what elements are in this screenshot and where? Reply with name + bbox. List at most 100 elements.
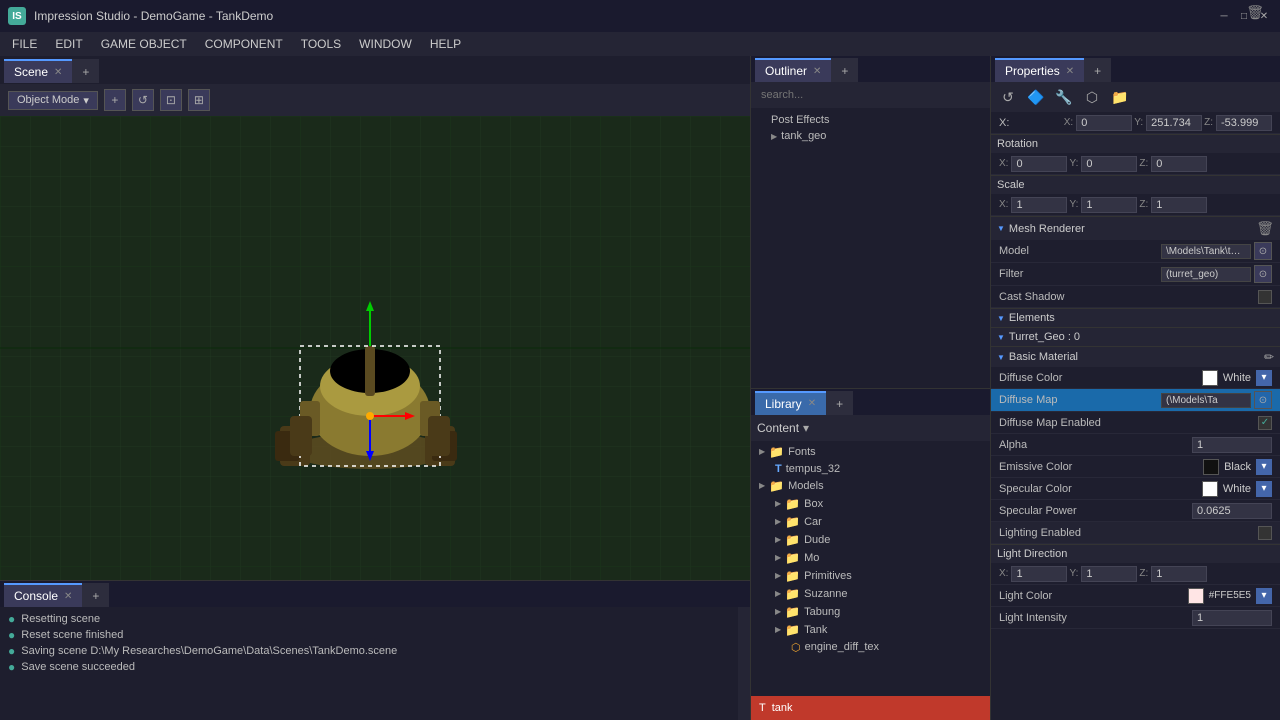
lib-item-tempus32[interactable]: T tempus_32 bbox=[751, 461, 991, 477]
mode-label: Object Mode bbox=[17, 94, 79, 106]
pos-x-input[interactable] bbox=[1076, 115, 1132, 131]
scale-header: Scale bbox=[991, 175, 1280, 194]
scale-z-input[interactable] bbox=[1151, 197, 1207, 213]
tempus32-label: tempus_32 bbox=[786, 463, 840, 475]
add-object-icon[interactable]: + bbox=[104, 89, 126, 111]
cast-shadow-checkbox[interactable] bbox=[1258, 290, 1272, 304]
console-tab-label: Console bbox=[14, 589, 58, 603]
props-info-icon[interactable]: 🔷 bbox=[1025, 86, 1047, 108]
console-tab[interactable]: Console ✕ bbox=[4, 583, 82, 607]
props-folder-icon[interactable]: 📁 bbox=[1109, 86, 1131, 108]
lib-item-tabung[interactable]: ▶ 📁 Tabung bbox=[751, 603, 991, 621]
box-label: Box bbox=[804, 498, 823, 510]
lib-item-suzanne[interactable]: ▶ 📁 Suzanne bbox=[751, 585, 991, 603]
specular-power-input[interactable] bbox=[1192, 503, 1272, 519]
lib-item-dude[interactable]: ▶ 📁 Dude bbox=[751, 531, 991, 549]
menu-tools[interactable]: TOOLS bbox=[293, 35, 349, 53]
model-row: Model \Models\Tank\tank ⊙ bbox=[991, 240, 1280, 263]
tank-label: Tank bbox=[804, 624, 827, 636]
menu-file[interactable]: FILE bbox=[4, 35, 45, 53]
refresh-icon[interactable]: ↺ bbox=[132, 89, 154, 111]
props-tools-icon[interactable]: 🔧 bbox=[1053, 86, 1075, 108]
grid-icon[interactable]: ⊞ bbox=[188, 89, 210, 111]
outliner-tab-close[interactable]: ✕ bbox=[813, 66, 821, 77]
light-dir-x-label: X: bbox=[999, 568, 1008, 579]
rot-y-input[interactable] bbox=[1081, 156, 1137, 172]
library-tab-close[interactable]: ✕ bbox=[808, 398, 816, 409]
specular-color-swatch[interactable] bbox=[1202, 481, 1218, 497]
add-library-tab[interactable]: + bbox=[826, 391, 853, 415]
scale-values: X: Y: Z: bbox=[999, 197, 1207, 213]
post-effects-label: Post Effects bbox=[771, 114, 830, 126]
tree-item-tank-geo[interactable]: ▶ tank_geo bbox=[751, 128, 991, 144]
add-outliner-tab[interactable]: + bbox=[831, 58, 858, 82]
lib-item-fonts[interactable]: ▶ 📁 Fonts bbox=[751, 443, 991, 461]
properties-tab-close[interactable]: ✕ bbox=[1066, 66, 1074, 77]
filter-link-button[interactable]: ⊙ bbox=[1254, 265, 1272, 283]
outliner-search-input[interactable] bbox=[755, 84, 987, 106]
lib-item-box[interactable]: ▶ 📁 Box bbox=[751, 495, 991, 513]
add-properties-tab[interactable]: + bbox=[1084, 58, 1111, 82]
tank-geo-label: tank_geo bbox=[781, 130, 826, 142]
basic-material-edit-icon[interactable]: ✏ bbox=[1264, 350, 1274, 364]
pos-z-input[interactable] bbox=[1216, 115, 1272, 131]
lib-item-car[interactable]: ▶ 📁 Car bbox=[751, 513, 991, 531]
menu-edit[interactable]: EDIT bbox=[47, 35, 90, 53]
emissive-color-picker[interactable]: ▾ bbox=[1256, 459, 1272, 475]
minimize-button[interactable]: ─ bbox=[1216, 8, 1232, 24]
fonts-folder-icon: 📁 bbox=[769, 445, 784, 459]
scene-tab-close[interactable]: ✕ bbox=[54, 67, 62, 78]
lib-item-mo[interactable]: ▶ 📁 Mo bbox=[751, 549, 991, 567]
light-dir-z-input[interactable] bbox=[1151, 566, 1207, 582]
lighting-enabled-checkbox[interactable] bbox=[1258, 526, 1272, 540]
tree-item-post-effects[interactable]: Post Effects bbox=[751, 112, 991, 128]
lib-item-engine-diff[interactable]: ⬡ engine_diff_tex bbox=[751, 639, 991, 656]
menu-component[interactable]: COMPONENT bbox=[197, 35, 291, 53]
lib-item-primitives[interactable]: ▶ 📁 Primitives bbox=[751, 567, 991, 585]
console-tab-close[interactable]: ✕ bbox=[64, 591, 72, 602]
scale-y-input[interactable] bbox=[1081, 197, 1137, 213]
mode-selector[interactable]: Object Mode ▾ bbox=[8, 91, 98, 110]
add-viewport-tab[interactable]: + bbox=[72, 59, 99, 83]
outliner-tab[interactable]: Outliner ✕ bbox=[755, 58, 831, 82]
specular-power-label: Specular Power bbox=[999, 505, 1192, 517]
light-dir-x-input[interactable] bbox=[1011, 566, 1067, 582]
select-icon[interactable]: ⊡ bbox=[160, 89, 182, 111]
library-tab[interactable]: Library ✕ bbox=[755, 391, 826, 415]
menu-game-object[interactable]: GAME OBJECT bbox=[93, 35, 195, 53]
diffuse-color-picker[interactable]: ▾ bbox=[1256, 370, 1272, 386]
console-scrollbar[interactable] bbox=[738, 607, 750, 720]
light-color-picker[interactable]: ▾ bbox=[1256, 588, 1272, 604]
menu-help[interactable]: HELP bbox=[422, 35, 469, 53]
props-share-icon[interactable]: ⬡ bbox=[1081, 86, 1103, 108]
diffuse-color-swatch[interactable] bbox=[1202, 370, 1218, 386]
viewport-canvas[interactable] bbox=[0, 116, 750, 580]
mode-arrow-icon: ▾ bbox=[83, 94, 89, 107]
lib-item-models[interactable]: ▶ 📁 Models bbox=[751, 477, 991, 495]
pos-y-input[interactable] bbox=[1146, 115, 1202, 131]
x-coord-label: X: bbox=[1064, 117, 1073, 128]
add-console-tab[interactable]: + bbox=[82, 583, 109, 607]
light-dir-y-input[interactable] bbox=[1081, 566, 1137, 582]
model-link-button[interactable]: ⊙ bbox=[1254, 242, 1272, 260]
menu-window[interactable]: WINDOW bbox=[351, 35, 420, 53]
specular-color-picker[interactable]: ▾ bbox=[1256, 481, 1272, 497]
primitives-triangle-icon: ▶ bbox=[775, 571, 781, 580]
light-color-swatch[interactable] bbox=[1188, 588, 1204, 604]
properties-tab[interactable]: Properties ✕ bbox=[995, 58, 1084, 82]
light-intensity-input[interactable] bbox=[1192, 610, 1272, 626]
rotation-row: X: Y: Z: bbox=[991, 153, 1280, 175]
scale-x-input[interactable] bbox=[1011, 197, 1067, 213]
rot-x-input[interactable] bbox=[1011, 156, 1067, 172]
content-arrow-icon[interactable]: ▾ bbox=[803, 421, 809, 435]
alpha-input[interactable] bbox=[1192, 437, 1272, 453]
diffuse-map-enabled-checkbox[interactable]: ✓ bbox=[1258, 416, 1272, 430]
rot-z-input[interactable] bbox=[1151, 156, 1207, 172]
content-label: Content bbox=[757, 421, 799, 435]
mesh-renderer-delete-icon[interactable]: 🗑 bbox=[1256, 220, 1274, 237]
props-reset-icon[interactable]: ↺ bbox=[997, 86, 1019, 108]
emissive-color-swatch[interactable] bbox=[1203, 459, 1219, 475]
scene-tab[interactable]: Scene ✕ bbox=[4, 59, 72, 83]
diffuse-map-link-button[interactable]: ⊙ bbox=[1254, 391, 1272, 409]
lib-item-tank[interactable]: ▶ 📁 Tank bbox=[751, 621, 991, 639]
